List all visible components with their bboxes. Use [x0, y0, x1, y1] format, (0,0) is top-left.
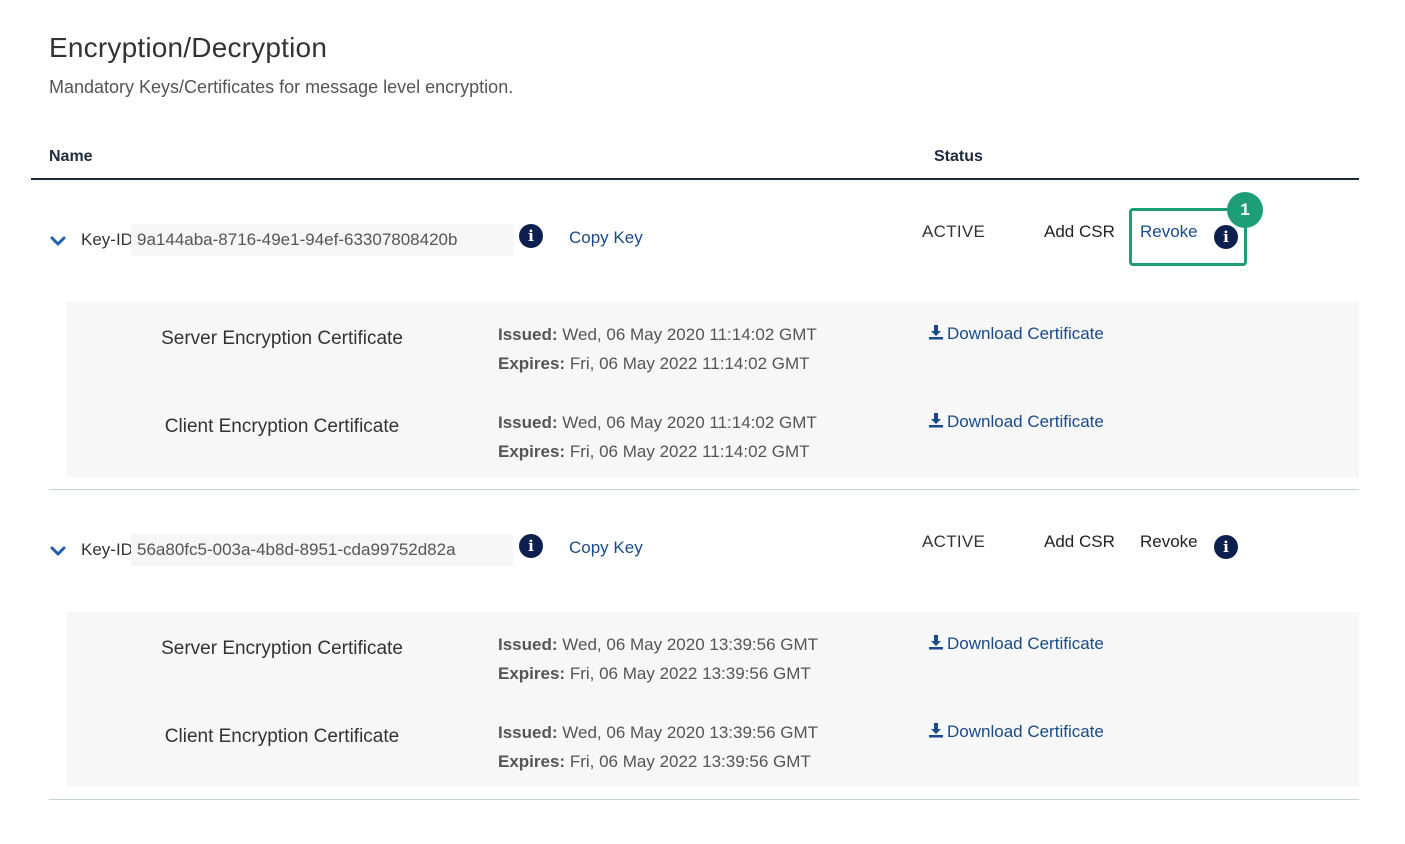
issued-date: Wed, 06 May 2020 13:39:56 GMT	[562, 635, 819, 654]
issued-label: Issued:	[498, 325, 558, 344]
certificate-row: Client Encryption Certificate Issued: We…	[67, 700, 1359, 788]
copy-key-link[interactable]: Copy Key	[569, 228, 643, 248]
revoke-button[interactable]: Revoke	[1140, 532, 1198, 552]
download-label: Download Certificate	[947, 324, 1104, 343]
expires-date: Fri, 06 May 2022 11:14:02 GMT	[569, 442, 810, 461]
expires-label: Expires:	[498, 442, 566, 461]
chevron-down-icon[interactable]	[49, 234, 67, 248]
key-id-value: 56a80fc5-003a-4b8d-8951-cda99752d82a	[137, 540, 456, 559]
download-label: Download Certificate	[947, 634, 1104, 653]
download-icon	[929, 325, 943, 340]
key-id-label: Key-ID:	[81, 540, 138, 559]
page-title: Encryption/Decryption	[49, 32, 328, 63]
issued-label: Issued:	[498, 413, 558, 432]
add-csr-button[interactable]: Add CSR	[1044, 222, 1115, 242]
download-label: Download Certificate	[947, 412, 1104, 431]
certificate-panel: Server Encryption Certificate Issued: We…	[67, 302, 1359, 477]
expires-date: Fri, 06 May 2022 13:39:56 GMT	[569, 664, 811, 683]
info-icon[interactable]: i	[519, 224, 543, 248]
certificate-dates: Issued: Wed, 06 May 2020 11:14:02 GMT Ex…	[498, 408, 817, 466]
callout-badge: 1	[1227, 192, 1263, 228]
divider	[49, 799, 1359, 800]
download-icon	[929, 413, 943, 428]
chevron-down-icon[interactable]	[49, 544, 67, 558]
issued-date: Wed, 06 May 2020 13:39:56 GMT	[562, 723, 819, 742]
table-header: Name Status	[31, 140, 1359, 180]
status-text: ACTIVE	[922, 532, 986, 551]
expires-date: Fri, 06 May 2022 11:14:02 GMT	[569, 354, 810, 373]
issued-date: Wed, 06 May 2020 11:14:02 GMT	[562, 413, 817, 432]
certificate-name: Client Encryption Certificate	[164, 726, 400, 747]
download-label: Download Certificate	[947, 722, 1104, 741]
issued-label: Issued:	[498, 723, 558, 742]
status-text: ACTIVE	[922, 222, 986, 241]
certificate-dates: Issued: Wed, 06 May 2020 13:39:56 GMT Ex…	[498, 718, 818, 776]
certificate-name: Server Encryption Certificate	[161, 638, 403, 659]
key-id-label: Key-ID:	[81, 230, 138, 249]
expires-label: Expires:	[498, 354, 566, 373]
expires-label: Expires:	[498, 664, 566, 683]
download-certificate-link[interactable]: Download Certificate	[928, 412, 1104, 432]
certificate-dates: Issued: Wed, 06 May 2020 13:39:56 GMT Ex…	[498, 630, 818, 688]
certificate-dates: Issued: Wed, 06 May 2020 11:14:02 GMT Ex…	[498, 320, 817, 378]
certificate-panel: Server Encryption Certificate Issued: We…	[67, 612, 1359, 787]
expires-label: Expires:	[498, 752, 566, 771]
download-icon	[929, 723, 943, 738]
expires-date: Fri, 06 May 2022 13:39:56 GMT	[569, 752, 811, 771]
issued-date: Wed, 06 May 2020 11:14:02 GMT	[562, 325, 817, 344]
download-certificate-link[interactable]: Download Certificate	[928, 634, 1104, 654]
download-icon	[929, 635, 943, 650]
issued-label: Issued:	[498, 635, 558, 654]
info-icon[interactable]: i	[1214, 535, 1238, 559]
key-id-value: 9a144aba-8716-49e1-94ef-63307808420b	[137, 230, 458, 249]
certificate-name: Server Encryption Certificate	[161, 328, 403, 349]
certificate-row: Server Encryption Certificate Issued: We…	[67, 612, 1359, 700]
info-icon[interactable]: i	[519, 534, 543, 558]
add-csr-button[interactable]: Add CSR	[1044, 532, 1115, 552]
page-subtitle: Mandatory Keys/Certificates for message …	[49, 77, 514, 97]
key-row: Key-ID: 56a80fc5-003a-4b8d-8951-cda99752…	[0, 506, 1405, 586]
column-header-status: Status	[934, 148, 983, 165]
download-certificate-link[interactable]: Download Certificate	[928, 722, 1104, 742]
certificate-name: Client Encryption Certificate	[164, 416, 400, 437]
download-certificate-link[interactable]: Download Certificate	[928, 324, 1104, 344]
copy-key-link[interactable]: Copy Key	[569, 538, 643, 558]
column-header-name: Name	[49, 148, 93, 165]
certificate-row: Server Encryption Certificate Issued: We…	[67, 302, 1359, 390]
certificate-row: Client Encryption Certificate Issued: We…	[67, 390, 1359, 478]
divider	[49, 489, 1359, 490]
